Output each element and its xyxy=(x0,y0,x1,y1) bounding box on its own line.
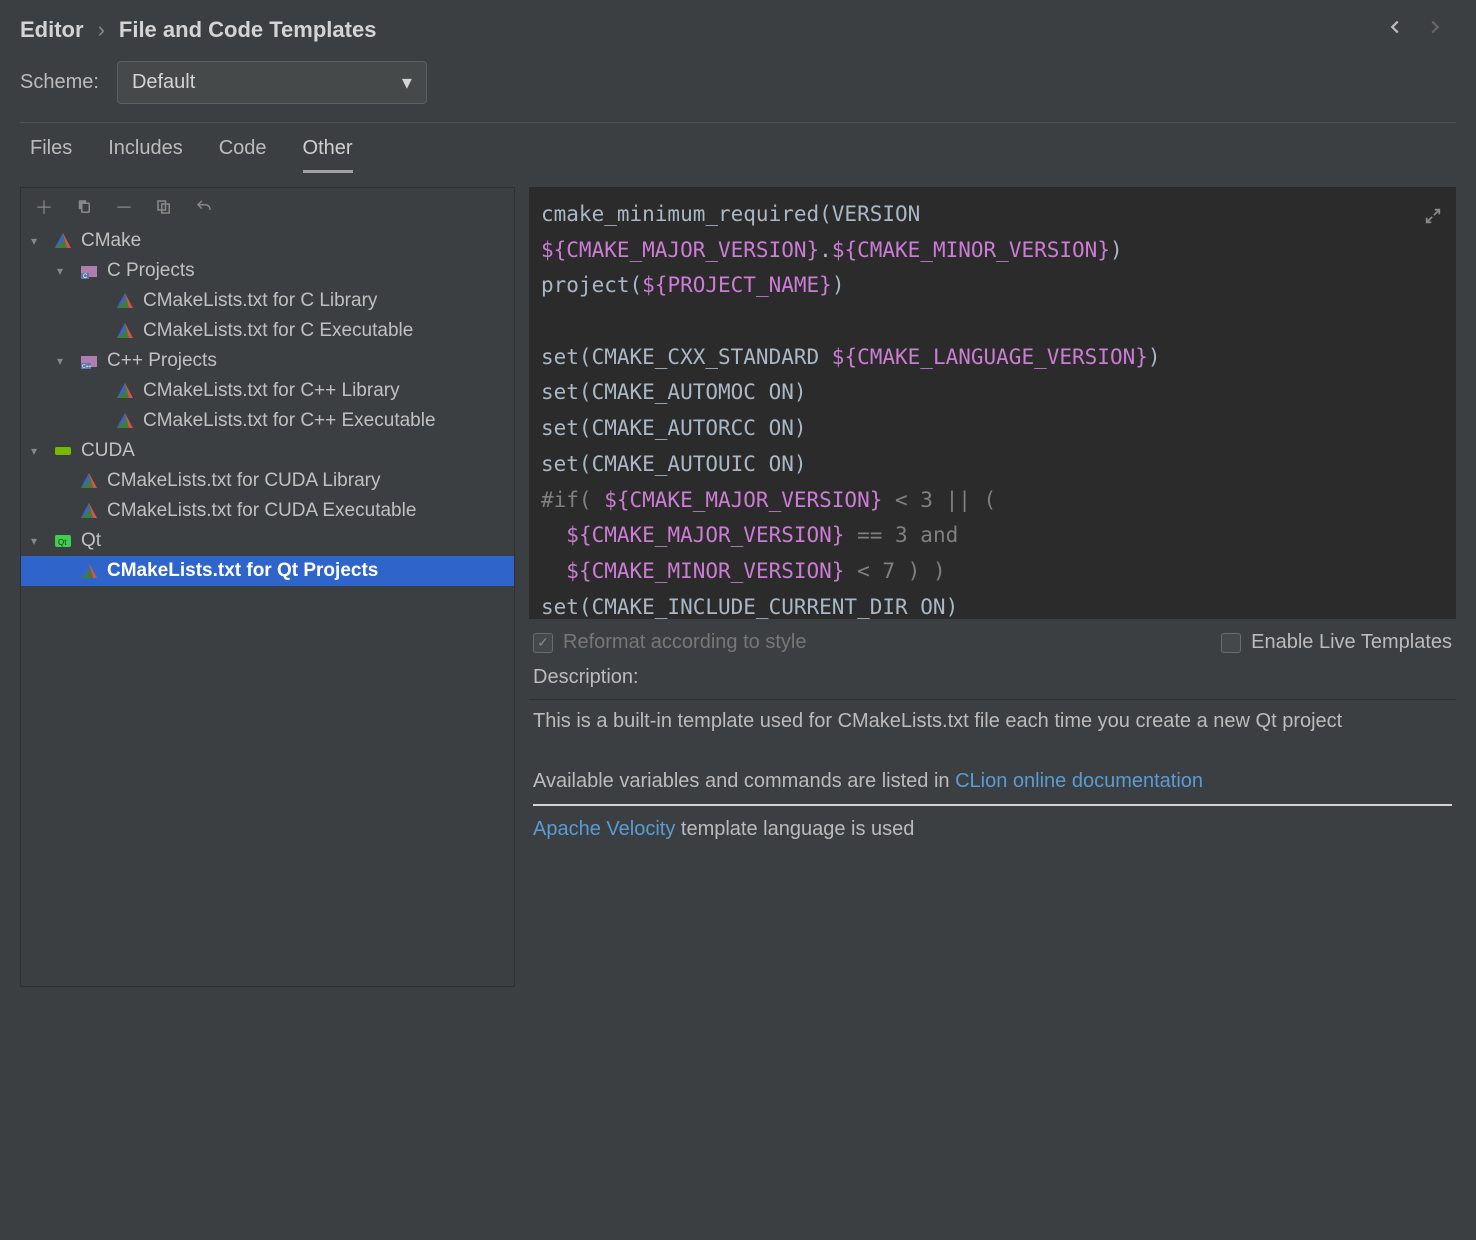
remove-icon[interactable]: － xyxy=(113,196,135,218)
copy-icon[interactable] xyxy=(73,196,95,218)
description-box: This is a built-in template used for CMa… xyxy=(529,699,1456,969)
tabs: Files Includes Code Other xyxy=(20,137,1456,173)
description-p1: This is a built-in template used for CMa… xyxy=(533,706,1452,736)
undo-icon[interactable] xyxy=(193,196,215,218)
tree-item-cuda-library[interactable]: CMakeLists.txt for CUDA Library xyxy=(21,466,514,496)
reformat-checkbox: Reformat according to style xyxy=(533,631,806,654)
clion-doc-link[interactable]: CLion online documentation xyxy=(955,770,1203,792)
checkbox-label: Enable Live Templates xyxy=(1251,631,1452,654)
template-tree[interactable]: ▾ CMake ▾ C C Projects CMakeLists.txt fo… xyxy=(21,226,514,986)
chevron-down-icon: ▾ xyxy=(31,534,45,548)
cuda-icon xyxy=(53,441,73,461)
tree-label: C++ Projects xyxy=(107,350,217,372)
breadcrumb: Editor › File and Code Templates xyxy=(20,17,376,43)
cmake-file-icon xyxy=(115,291,135,311)
tree-node-c-projects[interactable]: ▾ C C Projects xyxy=(21,256,514,286)
expand-icon[interactable] xyxy=(1424,201,1442,219)
tree-label: CMakeLists.txt for C Library xyxy=(143,290,377,312)
tree-label: CMake xyxy=(81,230,141,252)
qt-icon: Qt xyxy=(53,531,73,551)
breadcrumb-parent[interactable]: Editor xyxy=(20,17,84,43)
tree-label: CMakeLists.txt for C++ Library xyxy=(143,380,400,402)
description-divider xyxy=(533,804,1452,806)
chevron-down-icon: ▾ xyxy=(57,354,71,368)
scheme-dropdown[interactable]: Default ▾ xyxy=(117,61,427,104)
tree-label: CMakeLists.txt for C Executable xyxy=(143,320,413,342)
tree-item-c-library[interactable]: CMakeLists.txt for C Library xyxy=(21,286,514,316)
breadcrumb-separator: › xyxy=(98,17,105,43)
cmake-file-icon xyxy=(79,471,99,491)
add-icon[interactable]: ＋ xyxy=(33,196,55,218)
checkbox-label: Reformat according to style xyxy=(563,631,806,654)
tab-includes[interactable]: Includes xyxy=(108,137,183,173)
chevron-down-icon: ▾ xyxy=(31,234,45,248)
description-p2: Available variables and commands are lis… xyxy=(533,766,1452,796)
tree-node-cpp-projects[interactable]: ▾ C++ C++ Projects xyxy=(21,346,514,376)
cmake-file-icon xyxy=(115,411,135,431)
back-arrow-icon[interactable] xyxy=(1384,16,1406,43)
svg-text:C++: C++ xyxy=(82,364,92,370)
tab-code[interactable]: Code xyxy=(219,137,267,173)
template-editor[interactable]: cmake_minimum_required(VERSION ${CMAKE_M… xyxy=(529,187,1456,619)
tree-node-cmake[interactable]: ▾ CMake xyxy=(21,226,514,256)
tab-other[interactable]: Other xyxy=(303,137,353,173)
tree-item-cpp-executable[interactable]: CMakeLists.txt for C++ Executable xyxy=(21,406,514,436)
breadcrumb-current: File and Code Templates xyxy=(119,17,377,43)
tree-label: CMakeLists.txt for Qt Projects xyxy=(107,560,378,582)
checkbox-unchecked-icon xyxy=(1221,633,1241,653)
cmake-file-icon xyxy=(79,501,99,521)
cmake-file-icon xyxy=(79,561,99,581)
description-label: Description: xyxy=(529,666,1456,689)
tree-label: CMakeLists.txt for CUDA Executable xyxy=(107,500,416,522)
tree-item-cuda-executable[interactable]: CMakeLists.txt for CUDA Executable xyxy=(21,496,514,526)
tree-toolbar: ＋ － xyxy=(21,188,514,226)
cmake-file-icon xyxy=(115,321,135,341)
template-list-pane: ＋ － ▾ CMake ▾ C C Projects xyxy=(20,187,515,987)
tree-label: CMakeLists.txt for CUDA Library xyxy=(107,470,380,492)
tree-node-qt[interactable]: ▾ Qt Qt xyxy=(21,526,514,556)
tab-files[interactable]: Files xyxy=(30,137,72,173)
chevron-down-icon: ▾ xyxy=(31,444,45,458)
tree-item-cpp-library[interactable]: CMakeLists.txt for C++ Library xyxy=(21,376,514,406)
chevron-down-icon: ▾ xyxy=(57,264,71,278)
forward-arrow-icon xyxy=(1424,16,1446,43)
apache-velocity-link[interactable]: Apache Velocity xyxy=(533,818,675,840)
tree-node-cuda[interactable]: ▾ CUDA xyxy=(21,436,514,466)
description-p3: Apache Velocity template language is use… xyxy=(533,814,1452,844)
live-templates-checkbox[interactable]: Enable Live Templates xyxy=(1221,631,1452,654)
tree-item-qt-projects[interactable]: CMakeLists.txt for Qt Projects xyxy=(21,556,514,586)
scheme-label: Scheme: xyxy=(20,71,99,94)
tree-label: CMakeLists.txt for C++ Executable xyxy=(143,410,436,432)
svg-text:C: C xyxy=(83,274,88,280)
tree-label: Qt xyxy=(81,530,101,552)
divider xyxy=(20,122,1456,123)
tree-item-c-executable[interactable]: CMakeLists.txt for C Executable xyxy=(21,316,514,346)
chevron-down-icon: ▾ xyxy=(402,70,412,95)
checkbox-checked-icon xyxy=(533,633,553,653)
scheme-value: Default xyxy=(132,71,195,94)
folder-c-icon: C xyxy=(79,261,99,281)
tree-label: CUDA xyxy=(81,440,135,462)
cmake-icon xyxy=(53,231,73,251)
duplicate-icon[interactable] xyxy=(153,196,175,218)
cmake-file-icon xyxy=(115,381,135,401)
tree-label: C Projects xyxy=(107,260,195,282)
folder-cpp-icon: C++ xyxy=(79,351,99,371)
svg-text:Qt: Qt xyxy=(58,538,67,547)
